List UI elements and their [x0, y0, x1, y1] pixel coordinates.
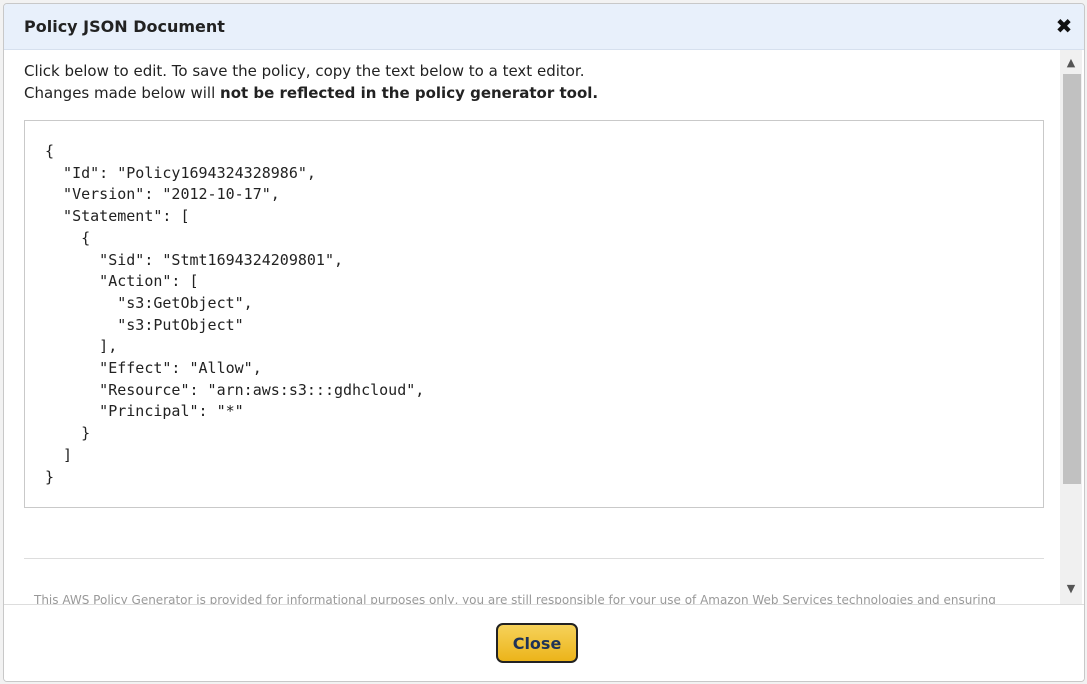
intro-text: Click below to edit. To save the policy,… [24, 60, 598, 104]
close-icon[interactable]: ✖ [1052, 14, 1076, 38]
dialog-content[interactable]: Click below to edit. To save the policy,… [4, 50, 1060, 604]
policy-json-editor[interactable]: { "Id": "Policy1694324328986", "Version"… [24, 120, 1044, 508]
scrollbar-thumb[interactable] [1063, 74, 1081, 484]
intro-line-1: Click below to edit. To save the policy,… [24, 62, 585, 80]
chevron-down-icon[interactable]: ▼ [1060, 580, 1082, 598]
policy-json-text[interactable]: { "Id": "Policy1694324328986", "Version"… [45, 141, 424, 488]
close-button[interactable]: Close [496, 623, 578, 663]
intro-line-2: Changes made below will not be reflected… [24, 82, 598, 104]
content-scrollbar[interactable]: ▲ ▼ [1060, 50, 1082, 604]
intro-line-2-bold: not be reflected in the policy generator… [220, 84, 599, 102]
disclaimer-text: This AWS Policy Generator is provided fo… [34, 593, 996, 604]
content-divider [24, 558, 1044, 559]
policy-json-dialog: Policy JSON Document ✖ Click below to ed… [3, 3, 1085, 682]
dialog-footer: Close [4, 604, 1084, 681]
intro-line-2-prefix: Changes made below will [24, 84, 221, 102]
dialog-titlebar: Policy JSON Document ✖ [4, 4, 1084, 50]
chevron-up-icon[interactable]: ▲ [1060, 54, 1082, 72]
dialog-title: Policy JSON Document [24, 17, 225, 36]
